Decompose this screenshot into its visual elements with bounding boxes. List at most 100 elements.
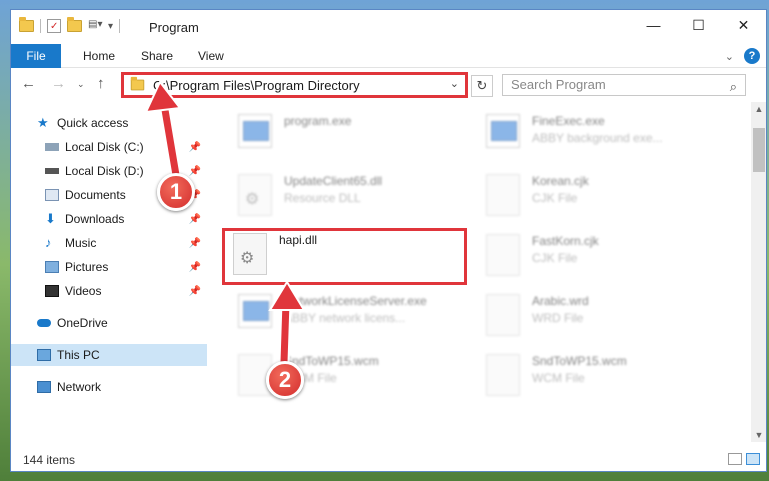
file-type: CJK File — [532, 191, 578, 205]
back-arrow-icon[interactable]: ← — [21, 75, 36, 92]
customize-icon[interactable]: ▤▾ — [88, 19, 102, 33]
file-name: UpdateClient65.dll — [284, 174, 383, 188]
new-folder-icon[interactable] — [67, 17, 82, 32]
music-icon: ♪ — [45, 235, 52, 250]
properties-icon[interactable]: ✓ — [47, 19, 61, 33]
search-input[interactable]: Search Program ⌕ — [502, 74, 746, 96]
star-icon: ★ — [37, 115, 49, 130]
refresh-button[interactable]: ↻ — [471, 75, 493, 97]
sidebar-item-music[interactable]: ♪ Music 📌 — [11, 232, 207, 254]
chevron-down-icon[interactable]: ⌄ — [450, 77, 459, 90]
folder-icon[interactable] — [19, 17, 34, 32]
file-item[interactable]: FineExec.exe ABBY background exe... — [486, 114, 716, 166]
search-icon[interactable]: ⌕ — [730, 77, 737, 97]
file-item[interactable]: program.exe — [238, 114, 468, 166]
file-name: Korean.cjk — [532, 174, 589, 188]
file-item[interactable]: FastKorn.cjk CJK File — [486, 234, 716, 286]
maximize-button[interactable]: ☐ — [676, 10, 721, 40]
navigation-pane: ★ Quick access Local Disk (C:) 📌 Local D… — [11, 102, 207, 442]
close-button[interactable]: ✕ — [721, 10, 766, 40]
file-item[interactable]: Korean.cjk CJK File — [486, 174, 716, 226]
sidebar-item-label: Documents — [65, 188, 126, 202]
file-name: NetworkLicenseServer.exe — [284, 294, 427, 308]
dll-file-icon — [233, 233, 267, 275]
sidebar-item-pictures[interactable]: Pictures 📌 — [11, 256, 207, 278]
file-item[interactable]: Arabic.wrd WRD File — [486, 294, 716, 346]
computer-icon — [37, 349, 51, 361]
sidebar-item-videos[interactable]: Videos 📌 — [11, 280, 207, 302]
sidebar-item-label: This PC — [57, 348, 100, 362]
sidebar-item-onedrive[interactable]: OneDrive — [11, 312, 207, 334]
vertical-scrollbar[interactable]: ▲ ▼ — [751, 102, 766, 442]
file-type: CJK File — [532, 251, 578, 265]
pin-icon[interactable]: 📌 — [189, 238, 201, 249]
pin-icon[interactable]: 📌 — [189, 214, 201, 225]
scroll-down-icon[interactable]: ▼ — [751, 428, 766, 442]
status-bar: 144 items — [11, 450, 766, 471]
file-item[interactable]: UpdateClient65.dll Resource DLL — [238, 174, 468, 226]
scroll-thumb[interactable] — [753, 128, 765, 172]
tab-home[interactable]: Home — [69, 44, 129, 68]
address-path: C:\Program Files\Program Directory — [153, 77, 360, 93]
folder-icon — [130, 76, 145, 91]
details-view-icon[interactable] — [728, 453, 742, 465]
file-name: hapi.dll — [279, 233, 318, 247]
address-bar[interactable]: C:\Program Files\Program Directory ⌄ — [121, 72, 468, 98]
download-icon: ⬇ — [45, 211, 56, 226]
file-icon — [486, 234, 520, 276]
file-type: ABBY network licens... — [284, 311, 406, 325]
navigation-bar: ← → ⌄ ↑ C:\Program Files\Program Directo… — [11, 69, 766, 101]
quick-access-toolbar: ✓ ▤▾ ▾ — [19, 17, 121, 33]
pin-icon[interactable]: 📌 — [189, 142, 201, 153]
chevron-down-icon[interactable]: ⌄ — [725, 50, 734, 63]
view-buttons — [728, 453, 760, 465]
sidebar-item-quick-access[interactable]: ★ Quick access — [11, 112, 207, 134]
file-name: Arabic.wrd — [532, 294, 589, 308]
divider — [40, 19, 41, 33]
file-item[interactable]: SndToWP15.wcm WCM File — [486, 354, 716, 406]
videos-icon — [45, 285, 59, 297]
tab-file[interactable]: File — [11, 44, 61, 68]
network-icon — [37, 381, 51, 393]
file-item[interactable]: NetworkLicenseServer.exe ABBY network li… — [238, 294, 468, 346]
qat-dropdown-icon[interactable]: ▾ — [108, 21, 113, 32]
help-icon[interactable]: ? — [744, 48, 760, 64]
recent-dropdown-icon[interactable]: ⌄ — [77, 79, 85, 90]
ribbon-right: ⌄ ? — [725, 48, 760, 64]
scroll-up-icon[interactable]: ▲ — [751, 102, 766, 116]
sidebar-item-downloads[interactable]: ⬇ Downloads 📌 — [11, 208, 207, 230]
exe-file-icon — [486, 114, 520, 148]
ribbon: File Home Share View ⌄ ? — [11, 44, 766, 68]
large-icons-view-icon[interactable] — [746, 453, 760, 465]
forward-arrow-icon[interactable]: → — [51, 75, 66, 92]
file-type: WCM File — [532, 371, 585, 385]
tab-view[interactable]: View — [184, 44, 238, 68]
search-placeholder: Search Program — [511, 77, 606, 92]
drive-icon — [45, 143, 59, 151]
file-icon — [486, 174, 520, 216]
pin-icon[interactable]: 📌 — [189, 286, 201, 297]
tab-share[interactable]: Share — [127, 44, 187, 68]
file-type: WRD File — [532, 311, 584, 325]
sidebar-item-network[interactable]: Network — [11, 376, 207, 398]
cloud-icon — [37, 319, 51, 327]
step-badge-1: 1 — [157, 173, 195, 211]
pin-icon[interactable]: 📌 — [189, 166, 201, 177]
refresh-icon: ↻ — [476, 78, 488, 93]
documents-icon — [45, 189, 59, 201]
sidebar-item-this-pc[interactable]: This PC — [11, 344, 207, 366]
sidebar-item-label: Downloads — [65, 212, 125, 226]
sidebar-item-label: Pictures — [65, 260, 109, 274]
pin-icon[interactable]: 📌 — [189, 262, 201, 273]
file-name: FastKorn.cjk — [532, 234, 599, 248]
up-arrow-icon[interactable]: ↑ — [97, 75, 105, 92]
file-name: program.exe — [284, 114, 352, 128]
sidebar-item-local-disk-c[interactable]: Local Disk (C:) 📌 — [11, 136, 207, 158]
file-item-hapi-dll[interactable]: hapi.dll — [233, 233, 463, 285]
minimize-button[interactable]: — — [631, 10, 676, 40]
sidebar-item-label: Quick access — [57, 116, 129, 130]
exe-file-icon — [238, 114, 272, 148]
sidebar-item-label: OneDrive — [57, 316, 108, 330]
file-icon — [486, 354, 520, 396]
file-icon — [486, 294, 520, 336]
